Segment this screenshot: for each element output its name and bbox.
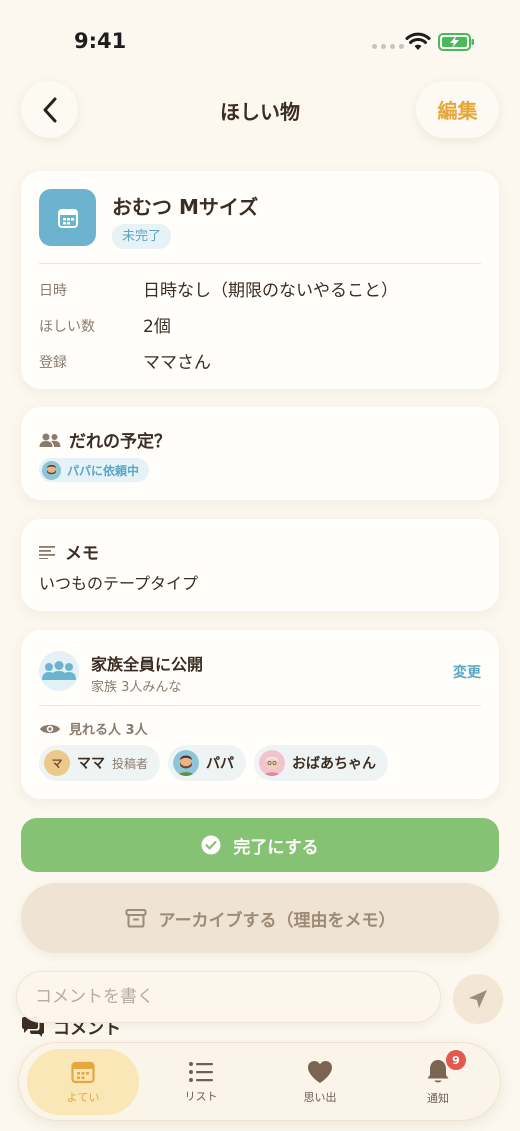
chevron-left-icon bbox=[43, 97, 56, 122]
wifi-icon bbox=[405, 32, 431, 50]
tab-bar: よてい リスト 思い出 通知 9 bbox=[18, 1042, 501, 1121]
archive-button-label: アーカイブする（理由をメモ） bbox=[158, 910, 396, 931]
tab-label: リスト bbox=[184, 1089, 218, 1103]
papa-avatar bbox=[42, 460, 61, 480]
quantity-value: 2個 bbox=[143, 317, 171, 337]
member-name: パパ bbox=[206, 756, 235, 772]
datetime-label: 日時 bbox=[39, 283, 67, 299]
member-name: おばあちゃん bbox=[292, 756, 377, 772]
check-circle-icon bbox=[201, 835, 221, 855]
complete-button-label: 完了にする bbox=[233, 837, 319, 858]
change-visibility-button[interactable]: 変更 bbox=[453, 662, 481, 682]
member-role: 投稿者 bbox=[112, 756, 149, 771]
calendar-icon bbox=[39, 189, 96, 246]
member-name: ママ bbox=[77, 756, 105, 772]
divider bbox=[39, 705, 481, 706]
assignment-card: だれの予定？ パパに依頼中 bbox=[21, 407, 499, 500]
send-button[interactable] bbox=[453, 974, 503, 1024]
archive-button[interactable]: アーカイブする（理由をメモ） bbox=[21, 883, 499, 953]
status-bar: 9:41 bbox=[0, 0, 520, 84]
send-icon bbox=[469, 990, 487, 1008]
divider bbox=[39, 263, 481, 264]
complete-button[interactable]: 完了にする bbox=[21, 818, 499, 872]
assignment-heading: だれの予定？ bbox=[39, 427, 171, 452]
grandma-avatar bbox=[259, 750, 286, 776]
tab-label: 思い出 bbox=[303, 1090, 337, 1104]
tab-list[interactable]: リスト bbox=[145, 1049, 257, 1115]
heart-icon bbox=[308, 1060, 332, 1083]
visibility-title: 家族全員に公開 bbox=[91, 655, 204, 674]
status-badge: 未完了 bbox=[112, 224, 172, 249]
memo-text: いつものテープタイプ bbox=[39, 574, 199, 593]
request-chip-label: パパに依頼中 bbox=[67, 463, 140, 478]
tab-schedule[interactable]: よてい bbox=[27, 1049, 139, 1115]
back-button[interactable] bbox=[21, 81, 78, 138]
signal-icon bbox=[372, 44, 404, 49]
list-icon bbox=[189, 1061, 213, 1082]
calendar-icon bbox=[71, 1061, 95, 1083]
request-chip[interactable]: パパに依頼中 bbox=[39, 458, 150, 482]
status-time: 9:41 bbox=[74, 29, 127, 53]
datetime-value: 日時なし（期限のないやること） bbox=[143, 281, 398, 301]
papa-avatar bbox=[173, 750, 200, 776]
registered-label: 登録 bbox=[39, 355, 67, 371]
mama-avatar: マ bbox=[44, 750, 70, 776]
viewers-row: 見れる人 3人 bbox=[39, 719, 148, 738]
item-title: おむつ Mサイズ bbox=[112, 195, 259, 219]
family-icon bbox=[39, 651, 79, 691]
comment-input[interactable]: コメントを書く bbox=[16, 971, 441, 1023]
memo-heading: メモ bbox=[39, 539, 99, 564]
visibility-subtitle: 家族 3人みんな bbox=[91, 680, 182, 695]
memo-heading-text: メモ bbox=[65, 544, 99, 564]
visibility-card: 家族全員に公開 家族 3人みんな 変更 見れる人 3人 マ ママ 投稿者 パパ … bbox=[21, 630, 499, 799]
tab-label: 通知 bbox=[427, 1091, 449, 1105]
viewers-label: 見れる人 3人 bbox=[69, 723, 148, 738]
tab-notifications[interactable]: 通知 9 bbox=[382, 1049, 494, 1115]
notification-badge: 9 bbox=[446, 1050, 466, 1070]
member-chip-papa[interactable]: パパ bbox=[168, 745, 247, 781]
registered-value: ママさん bbox=[143, 353, 211, 373]
member-chips: マ ママ 投稿者 パパ おばあちゃん bbox=[39, 745, 389, 781]
battery-icon bbox=[438, 33, 474, 51]
tab-memories[interactable]: 思い出 bbox=[264, 1049, 376, 1115]
item-card: おむつ Mサイズ 未完了 日時 日時なし（期限のないやること） ほしい数 2個 … bbox=[21, 171, 499, 389]
edit-button[interactable]: 編集 bbox=[416, 81, 499, 138]
memo-card: メモ いつものテープタイプ bbox=[21, 519, 499, 611]
quantity-label: ほしい数 bbox=[39, 319, 95, 335]
eye-icon bbox=[40, 724, 60, 733]
member-chip-mama[interactable]: マ ママ 投稿者 bbox=[39, 745, 161, 781]
tab-label: よてい bbox=[66, 1090, 100, 1104]
page-title: ほしい物 bbox=[220, 100, 300, 124]
archive-box-icon bbox=[125, 909, 146, 928]
people-icon bbox=[39, 433, 61, 447]
notes-icon bbox=[39, 545, 55, 559]
member-chip-grandma[interactable]: おばあちゃん bbox=[254, 745, 389, 781]
assignment-heading-text: だれの予定？ bbox=[69, 432, 171, 452]
